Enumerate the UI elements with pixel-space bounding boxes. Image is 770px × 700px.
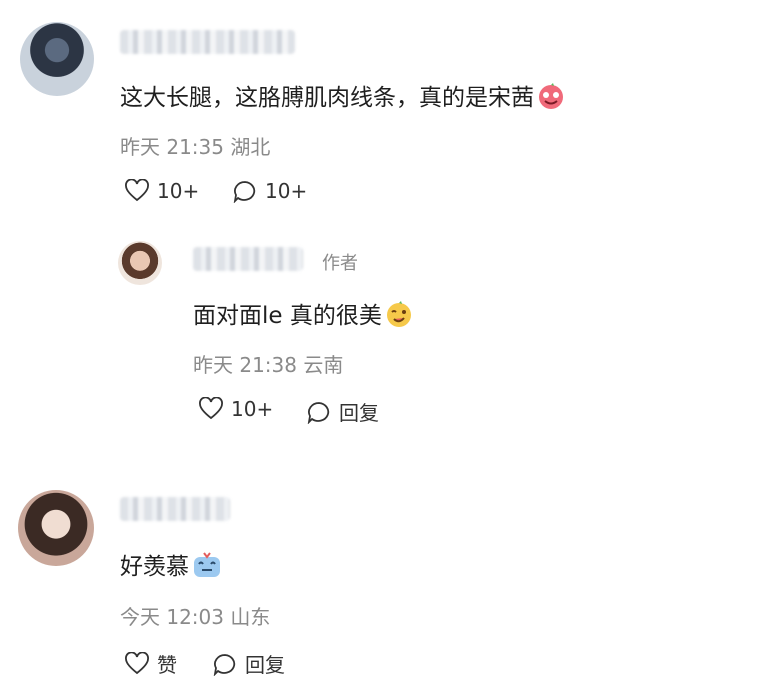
drooling-emoji <box>192 551 222 585</box>
username-blurred[interactable] <box>120 497 230 521</box>
comment-bubble-icon <box>307 401 330 424</box>
username-blurred[interactable] <box>193 247 303 271</box>
reply-label: 回复 <box>339 401 379 425</box>
comment-meta: 昨天 21:38 云南 <box>193 349 343 378</box>
reply-button[interactable]: 回复 <box>212 649 285 678</box>
heart-icon <box>199 397 223 420</box>
comment-bubble-icon <box>213 653 236 676</box>
like-count: 10+ <box>231 397 274 421</box>
reply-button[interactable]: 10+ <box>232 179 307 203</box>
heart-icon <box>125 179 149 202</box>
comment-text: 这大长腿，这胳膊肌肉线条，真的是宋茜 <box>120 78 565 116</box>
comment-text-content: 面对面le 真的很美 <box>193 303 382 329</box>
like-button[interactable]: 赞 <box>124 649 177 678</box>
comment-text-content: 这大长腿，这胳膊肌肉线条，真的是宋茜 <box>120 85 534 111</box>
avatar[interactable] <box>20 22 94 96</box>
heart-icon <box>125 651 149 674</box>
wink-emoji <box>385 300 413 334</box>
comment-time: 昨天 21:35 <box>120 135 224 159</box>
comment-time: 今天 12:03 <box>120 605 224 629</box>
comment-text: 好羡慕 <box>120 547 222 585</box>
like-button[interactable]: 10+ <box>198 397 273 421</box>
reply-count: 10+ <box>265 179 308 203</box>
comment-location: 山东 <box>230 605 271 629</box>
reply-button[interactable]: 回复 <box>306 397 379 426</box>
comment-location: 云南 <box>303 353 344 377</box>
username-blurred[interactable] <box>120 30 295 54</box>
author-tag: 作者 <box>322 253 358 274</box>
comment-bubble-icon <box>233 181 256 203</box>
comment-text-content: 好羡慕 <box>120 554 189 580</box>
avatar[interactable] <box>118 241 162 285</box>
like-button[interactable]: 10+ <box>124 179 199 203</box>
smiling-heart-emoji <box>537 82 565 116</box>
avatar[interactable] <box>18 490 94 566</box>
comment-time: 昨天 21:38 <box>193 353 297 377</box>
comment-text: 面对面le 真的很美 <box>193 296 413 334</box>
comment-location: 湖北 <box>230 135 271 159</box>
like-count: 10+ <box>157 179 200 203</box>
comment-meta: 今天 12:03 山东 <box>120 601 270 630</box>
comment-meta: 昨天 21:35 湖北 <box>120 131 270 160</box>
reply-label: 回复 <box>245 653 285 677</box>
like-label: 赞 <box>157 653 177 677</box>
